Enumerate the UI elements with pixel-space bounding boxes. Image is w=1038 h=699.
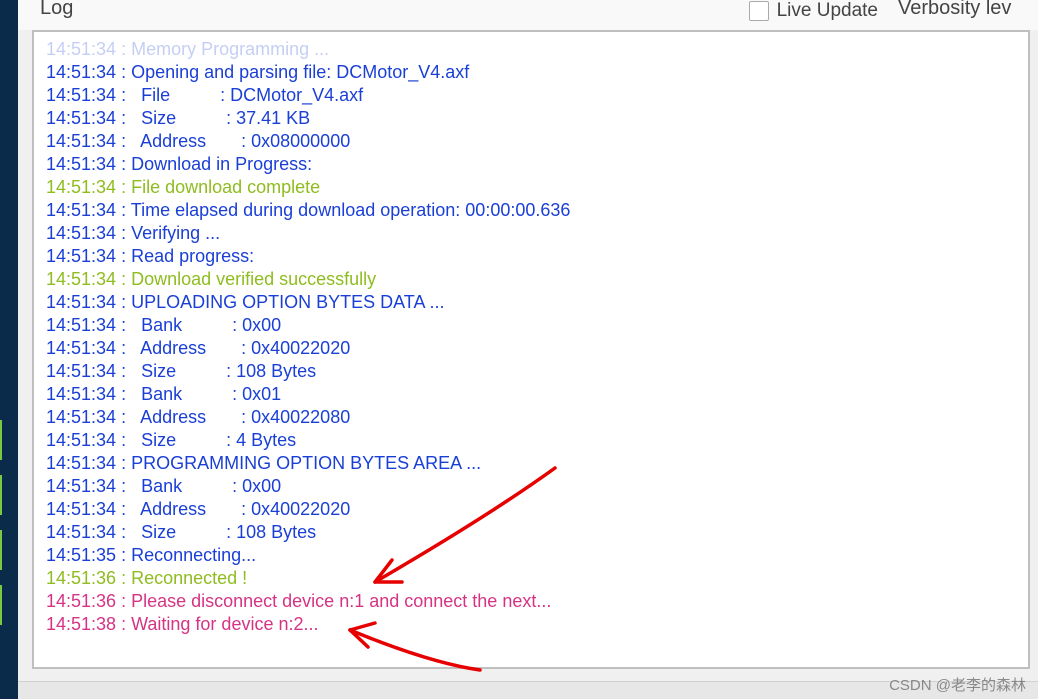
log-line: 14:51:34 : UPLOADING OPTION BYTES DATA .… xyxy=(46,291,1016,314)
log-line: 14:51:38 : Waiting for device n:2... xyxy=(46,613,1016,636)
log-line: 14:51:34 : Address : 0x40022080 xyxy=(46,406,1016,429)
log-line: 14:51:36 : Reconnected ! xyxy=(46,567,1016,590)
log-line: 14:51:34 : Bank : 0x00 xyxy=(46,475,1016,498)
log-title: Log xyxy=(40,0,73,20)
log-line: 14:51:34 : Size : 108 Bytes xyxy=(46,360,1016,383)
live-update-toggle[interactable]: Live Update xyxy=(749,0,878,22)
rail-icon[interactable] xyxy=(0,475,18,515)
log-output-panel[interactable]: 14:51:34 : Memory Programming ...14:51:3… xyxy=(32,30,1030,669)
rail-icon[interactable] xyxy=(0,585,18,625)
log-line: 14:51:34 : File download complete xyxy=(46,176,1016,199)
rail-icon[interactable] xyxy=(0,420,18,460)
log-line: 14:51:34 : Bank : 0x01 xyxy=(46,383,1016,406)
log-line: 14:51:34 : File : DCMotor_V4.axf xyxy=(46,84,1016,107)
log-line: 14:51:34 : Address : 0x40022020 xyxy=(46,337,1016,360)
log-line: 14:51:34 : Download in Progress: xyxy=(46,153,1016,176)
live-update-checkbox[interactable] xyxy=(749,1,769,21)
log-line: 14:51:34 : Read progress: xyxy=(46,245,1016,268)
rail-icon[interactable] xyxy=(0,530,18,570)
verbosity-level-label: Verbosity lev xyxy=(898,0,1038,20)
log-line: 14:51:34 : Memory Programming ... xyxy=(46,38,1016,61)
log-line: 14:51:34 : Bank : 0x00 xyxy=(46,314,1016,337)
bottom-strip xyxy=(18,681,1038,699)
log-line: 14:51:34 : Size : 108 Bytes xyxy=(46,521,1016,544)
log-line: 14:51:34 : Opening and parsing file: DCM… xyxy=(46,61,1016,84)
log-line: 14:51:34 : Size : 37.41 KB xyxy=(46,107,1016,130)
log-line: 14:51:34 : Size : 4 Bytes xyxy=(46,429,1016,452)
log-line: 14:51:34 : Address : 0x40022020 xyxy=(46,498,1016,521)
watermark-text: CSDN @老李的森林 xyxy=(889,674,1026,695)
log-line: 14:51:34 : Download verified successfull… xyxy=(46,268,1016,291)
log-line: 14:51:35 : Reconnecting... xyxy=(46,544,1016,567)
log-line: 14:51:34 : PROGRAMMING OPTION BYTES AREA… xyxy=(46,452,1016,475)
live-update-label: Live Update xyxy=(777,0,878,22)
log-line: 14:51:34 : Verifying ... xyxy=(46,222,1016,245)
left-nav-rail xyxy=(0,0,18,699)
log-line: 14:51:36 : Please disconnect device n:1 … xyxy=(46,590,1016,613)
log-line: 14:51:34 : Time elapsed during download … xyxy=(46,199,1016,222)
log-line: 14:51:34 : Address : 0x08000000 xyxy=(46,130,1016,153)
log-header: Log Live Update Verbosity lev xyxy=(18,0,1038,30)
